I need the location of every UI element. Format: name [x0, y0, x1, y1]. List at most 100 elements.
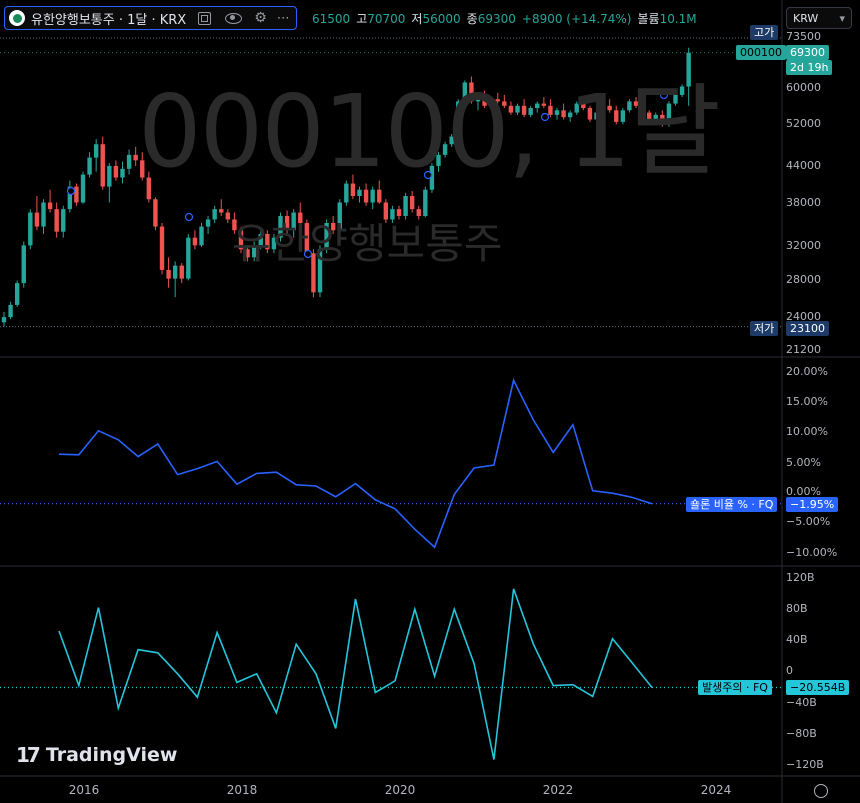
symbol-badge: 000100 [736, 45, 786, 60]
candle-body [370, 189, 375, 203]
price-tick: 32000 [786, 239, 821, 252]
candle-body [377, 189, 382, 203]
low-value-badge: 23100 [786, 321, 829, 336]
ratio-tick: −5.00% [786, 515, 831, 528]
ohlc-value: 61500 [312, 12, 351, 26]
candle-body [14, 283, 20, 305]
candle-body [126, 154, 132, 169]
price-tick: 73500 [786, 30, 821, 43]
accrual-tick: −120B [786, 758, 824, 771]
ratio-tick: −10.00% [786, 546, 838, 559]
candle-body [186, 237, 191, 279]
tradingview-mark-icon: 17 [16, 743, 41, 767]
accrual-tick: −80B [786, 727, 817, 740]
more-icon[interactable]: ⋯ [277, 11, 290, 26]
event-marker [66, 186, 76, 196]
candle-body [120, 168, 125, 178]
candle-body [219, 209, 224, 213]
candle-body [47, 202, 53, 210]
accrual-tick: −40B [786, 696, 817, 709]
tradingview-wordmark: TradingView [45, 744, 178, 766]
ratio-tick: 10.00% [786, 425, 828, 438]
accrual-label-badge: 발생주의 · FQ [698, 680, 772, 695]
time-tick: 2016 [68, 783, 100, 797]
candle-body [87, 157, 92, 175]
accrual-tick: 120B [786, 571, 815, 584]
ohlc-label: 고 [356, 12, 368, 26]
watermark-symbol: 000100, 1달 [138, 73, 721, 190]
symbol-title-box[interactable]: 유한양행보통주 · 1달 · KRX ⚙ ⋯ [4, 6, 297, 30]
time-tick: 2018 [226, 783, 258, 797]
candle-body [357, 189, 362, 197]
ohlc-value: 70700 [367, 12, 406, 26]
ohlc-label: 저 [411, 12, 423, 26]
candle-body [172, 265, 178, 279]
ohlc-legend: 61500 고70700 저56000 종69300 +8900 (+14.74%) 볼륨… [312, 10, 703, 27]
last-price-badge: 69300 [786, 45, 829, 60]
accrual-line [58, 588, 653, 760]
ratio-value-badge: −1.95% [786, 497, 839, 512]
candle-body [179, 265, 184, 279]
candle-body [192, 237, 198, 246]
candle-body [225, 212, 231, 220]
candle-body [113, 165, 119, 178]
ratio-tick: 5.00% [786, 456, 821, 469]
price-tick: 28000 [786, 273, 821, 286]
ratio-tick: 20.00% [786, 365, 828, 378]
candle-body [212, 209, 217, 220]
time-tick: 2024 [700, 783, 732, 797]
ohlc-value: 56000 [422, 12, 461, 26]
low-label-badge: 저가 [750, 321, 779, 336]
ohlc-value: 69300 [477, 12, 516, 26]
candle-body [34, 212, 40, 227]
candle-body [21, 245, 26, 284]
accrual-tick: 40B [786, 633, 808, 646]
candle-body [8, 304, 13, 318]
candle-body [80, 174, 86, 203]
ohlc-value: +8900 (+14.74%) [521, 12, 632, 26]
accrual-value-badge: −20.554B [786, 680, 850, 695]
candle-body [153, 199, 158, 227]
price-tick: 60000 [786, 81, 821, 94]
ohlc-value: 10.1M [659, 12, 697, 26]
company-logo-icon [9, 10, 25, 26]
ohlc-label: 볼륨 [637, 12, 660, 26]
countdown-badge: 2d 19h [786, 60, 833, 75]
candle-body [205, 219, 211, 227]
price-tick: 38000 [786, 196, 821, 209]
price-tick: 44000 [786, 159, 821, 172]
eye-icon[interactable] [225, 12, 243, 24]
currency-label: KRW [793, 11, 819, 25]
ratio-line [58, 378, 653, 549]
candle-body [166, 269, 171, 279]
settings-icon[interactable] [814, 784, 828, 798]
currency-select[interactable]: KRW ▾ [786, 7, 852, 29]
candle-body [28, 212, 33, 246]
ratio-tick: 15.00% [786, 395, 828, 408]
candle-body [199, 226, 204, 246]
event-marker [184, 212, 194, 222]
candle-body [41, 202, 46, 227]
candle-body [409, 196, 415, 210]
candle-body [61, 209, 66, 232]
price-tick: 52000 [786, 117, 821, 130]
tradingview-logo[interactable]: 17 TradingView [16, 743, 177, 767]
price-tick: 21200 [786, 343, 821, 356]
candle-body [159, 226, 165, 270]
candle-body [74, 186, 79, 203]
candle-body [363, 189, 369, 203]
candle-body [100, 144, 105, 187]
time-tick: 2020 [384, 783, 416, 797]
candle-body [93, 144, 99, 158]
candle-body [107, 165, 112, 187]
high-label-badge: 고가 [750, 25, 779, 40]
symbol-title: 유한양행보통주 · 1달 · KRX [31, 12, 187, 28]
watermark-name: 유한양행보통주 [232, 219, 503, 268]
compare-icon[interactable] [198, 11, 212, 25]
accrual-tick: 80B [786, 602, 808, 615]
time-tick: 2022 [542, 783, 574, 797]
accrual-tick: 0 [786, 664, 793, 677]
candle-body [1, 317, 7, 323]
gear-icon[interactable]: ⚙ [254, 10, 267, 26]
candle-body [54, 209, 59, 232]
